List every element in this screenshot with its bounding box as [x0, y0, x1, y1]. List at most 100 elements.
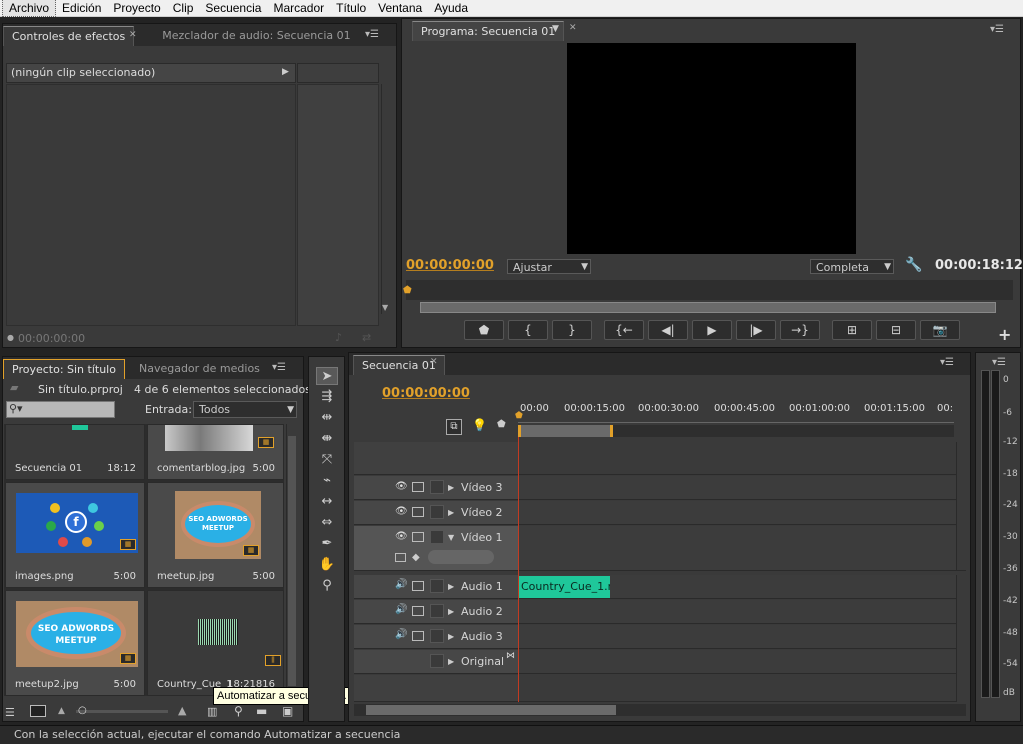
sync-lock-icon[interactable]: [412, 606, 424, 616]
thumb-size-slider[interactable]: [76, 710, 168, 713]
speaker-icon[interactable]: 🔊: [395, 604, 407, 615]
lock-toggle[interactable]: [430, 629, 444, 643]
slip-tool[interactable]: ↔: [316, 493, 338, 511]
rolling-edit-tool[interactable]: ⇼: [316, 430, 338, 448]
work-area-bar[interactable]: [518, 425, 613, 437]
zoom-out-icon[interactable]: ▲: [58, 706, 65, 716]
zoom-in-icon[interactable]: ▲: [178, 704, 186, 717]
menu-titulo[interactable]: Título: [330, 0, 372, 16]
panel-menu-icon[interactable]: ▾☰: [992, 357, 1006, 368]
extract-button[interactable]: ⊟: [876, 320, 916, 340]
mark-in-button[interactable]: {: [508, 320, 548, 340]
track-select-tool[interactable]: ⇶: [316, 388, 338, 406]
lock-toggle[interactable]: [430, 505, 444, 519]
slide-tool[interactable]: ⇔: [316, 514, 338, 532]
playhead-icon[interactable]: ⬟: [515, 411, 523, 421]
light-bulb-icon[interactable]: 💡: [472, 418, 487, 432]
selection-tool[interactable]: ➤: [316, 367, 338, 385]
close-icon[interactable]: ✕: [430, 357, 438, 367]
lock-toggle[interactable]: [430, 654, 444, 668]
wrench-icon[interactable]: 🔧: [905, 257, 922, 273]
display-style-icon[interactable]: [395, 553, 406, 562]
rate-stretch-tool[interactable]: ⤧: [316, 451, 338, 469]
export-frame-button[interactable]: 📷: [920, 320, 960, 340]
panel-menu-icon[interactable]: ▾☰: [272, 362, 286, 373]
panel-menu-icon[interactable]: ▾☰: [990, 24, 1004, 35]
find-icon[interactable]: ⚲: [234, 704, 243, 718]
video-viewer[interactable]: [567, 43, 856, 254]
playhead-line[interactable]: [518, 437, 519, 702]
entrada-dropdown[interactable]: Todos ▼: [193, 401, 297, 418]
menu-clip[interactable]: Clip: [167, 0, 200, 16]
marker-icon[interactable]: ⬟: [497, 419, 506, 430]
quality-dropdown[interactable]: Completa ▼: [810, 259, 894, 274]
audio-track-1[interactable]: 🔊 ▶ Audio 1 Country_Cue_1.m: [354, 575, 966, 599]
menu-ayuda[interactable]: Ayuda: [428, 0, 474, 16]
scroll-thumb[interactable]: [366, 705, 616, 715]
project-item[interactable]: SEO ADWORDS MEETUP ▦ meetup.jpg 5:00: [147, 482, 284, 588]
audio-track-2[interactable]: 🔊 ▶ Audio 2: [354, 600, 966, 624]
slider-handle-icon[interactable]: ○: [78, 705, 87, 716]
project-item[interactable]: Secuencia 01 18:12: [5, 424, 145, 480]
lock-toggle[interactable]: [430, 480, 444, 494]
audio-scrollbar[interactable]: [956, 575, 966, 702]
scroll-down-icon[interactable]: ▼: [382, 303, 388, 312]
expand-icon[interactable]: ▶: [448, 607, 454, 616]
menu-proyecto[interactable]: Proyecto: [107, 0, 166, 16]
project-item[interactable]: SEO ADWORDS MEETUP ▦ meetup2.jpg 5:00: [5, 590, 145, 696]
speaker-icon[interactable]: 🔊: [395, 579, 407, 590]
video-track-3[interactable]: 👁 ▶ Vídeo 3: [354, 476, 966, 500]
zoom-tool[interactable]: ⚲: [316, 577, 338, 595]
project-scrollbar[interactable]: [286, 424, 297, 696]
master-track[interactable]: ▶ Original ⋈: [354, 650, 966, 674]
timeline-h-scroll[interactable]: [354, 704, 966, 716]
video-track-2[interactable]: 👁 ▶ Vídeo 2: [354, 501, 966, 525]
lock-toggle[interactable]: [430, 530, 444, 544]
panel-menu-icon[interactable]: ▾☰: [940, 357, 954, 368]
film-icon[interactable]: [412, 482, 424, 492]
pen-tool[interactable]: ✒: [316, 535, 338, 553]
tab-navegador-medios[interactable]: Navegador de medios: [131, 359, 268, 379]
mark-out-button[interactable]: }: [552, 320, 592, 340]
effects-timecode[interactable]: 00:00:00:00: [18, 332, 85, 345]
video-scrollbar[interactable]: [956, 442, 966, 570]
menu-secuencia[interactable]: Secuencia: [199, 0, 267, 16]
go-to-out-button[interactable]: →}: [780, 320, 820, 340]
eye-icon[interactable]: 👁: [395, 481, 408, 492]
tab-programa[interactable]: Programa: Secuencia 01: [412, 21, 565, 41]
project-item[interactable]: ▦ comentarblog.jpg 5:00: [147, 424, 284, 480]
go-to-in-button[interactable]: {←: [604, 320, 644, 340]
lock-toggle[interactable]: [430, 579, 444, 593]
lock-toggle[interactable]: [430, 604, 444, 618]
audio-clip[interactable]: Country_Cue_1.m: [518, 576, 610, 598]
scrollbar[interactable]: [381, 84, 391, 314]
expand-icon[interactable]: ▶: [448, 657, 454, 666]
timeline-timecode[interactable]: 00:00:00:00: [382, 386, 470, 401]
menu-ventana[interactable]: Ventana: [372, 0, 428, 16]
sync-lock-icon[interactable]: [412, 581, 424, 591]
add-marker-button[interactable]: ⬟: [464, 320, 504, 340]
tab-controles-efectos[interactable]: Controles de efectos: [3, 26, 135, 46]
step-forward-button[interactable]: |▶: [736, 320, 776, 340]
sync-lock-icon[interactable]: [412, 631, 424, 641]
program-time-ruler[interactable]: [406, 280, 1013, 300]
menu-marcador[interactable]: Marcador: [267, 0, 330, 16]
new-bin-icon[interactable]: ▬: [256, 704, 267, 718]
zoom-dropdown[interactable]: Ajustar ▼: [507, 259, 591, 274]
program-current-timecode[interactable]: 00:00:00:00: [406, 258, 494, 273]
search-icon[interactable]: ⚲▾: [9, 402, 23, 415]
eye-icon[interactable]: 👁: [395, 531, 408, 542]
scroll-thumb[interactable]: [288, 436, 296, 686]
menu-edicion[interactable]: Edición: [56, 0, 107, 16]
play-button[interactable]: ▶: [692, 320, 732, 340]
automate-icon[interactable]: ▥: [207, 705, 217, 718]
add-button[interactable]: +: [998, 325, 1011, 344]
tab-proyecto[interactable]: Proyecto: Sin título: [3, 359, 125, 379]
video-track-1[interactable]: 👁 ▼ Vídeo 1 ◆: [354, 526, 966, 571]
close-icon[interactable]: ✕: [129, 30, 137, 40]
expand-icon[interactable]: ▶: [448, 508, 454, 517]
icon-view-icon[interactable]: [30, 705, 46, 717]
collapse-icon[interactable]: ▼: [448, 533, 454, 542]
tab-mezclador-audio[interactable]: Mezclador de audio: Secuencia 01: [154, 26, 358, 46]
panel-menu-icon[interactable]: ▾☰: [365, 29, 379, 40]
